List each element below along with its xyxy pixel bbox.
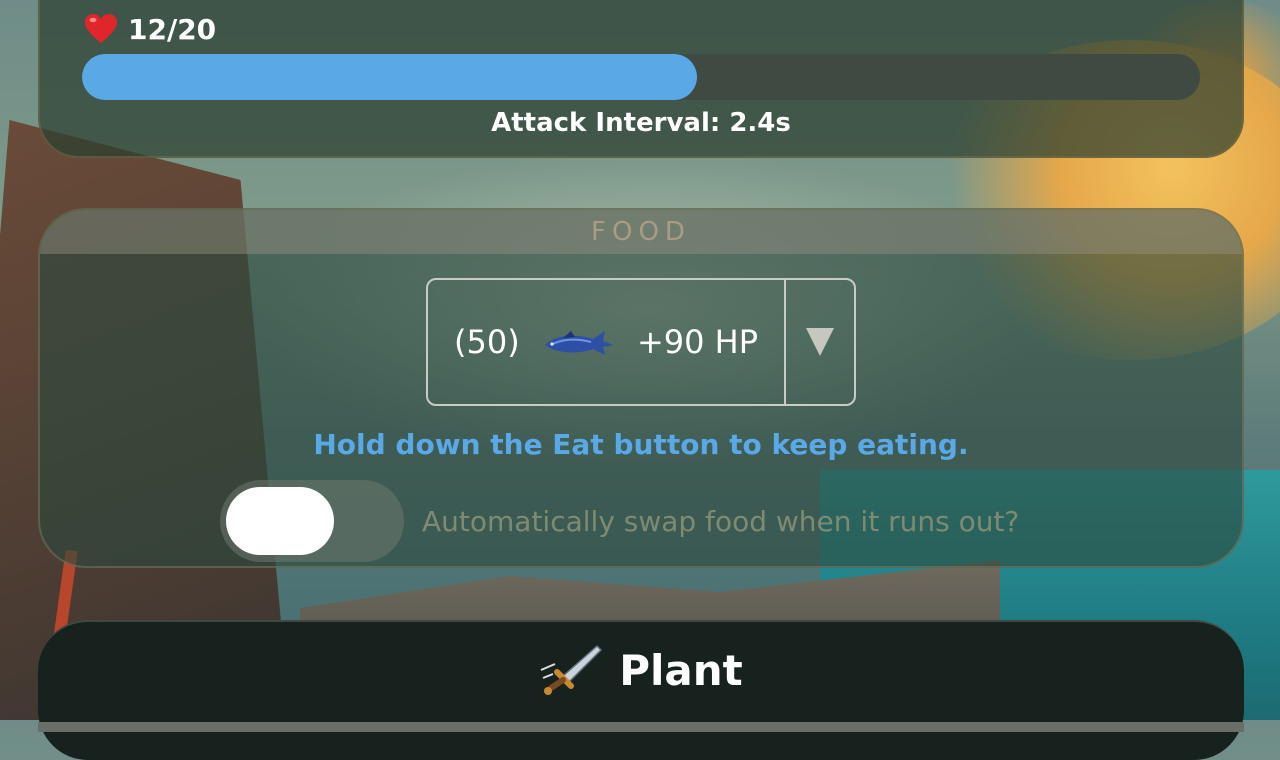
- food-panel: FOOD (50) +90 HP Hold down the Eat butto…: [38, 208, 1244, 568]
- player-status-panel: 12/20 Attack Interval: 2.4s: [38, 0, 1244, 158]
- plant-header: Plant: [38, 642, 1244, 698]
- auto-swap-toggle[interactable]: [220, 480, 404, 562]
- heart-icon: [84, 12, 118, 46]
- plant-title: Plant: [619, 645, 743, 695]
- dropdown-arrow-icon: [806, 328, 834, 356]
- eat-hint-text: Hold down the Eat button to keep eating.: [313, 428, 969, 461]
- food-count: (50): [454, 323, 520, 361]
- auto-swap-label: Automatically swap food when it runs out…: [422, 504, 1020, 538]
- food-heal-amount: +90 HP: [636, 323, 758, 361]
- food-section-title: FOOD: [40, 210, 1242, 254]
- fish-icon: [541, 325, 615, 359]
- plant-panel: Plant: [38, 620, 1244, 760]
- auto-swap-row: Automatically swap food when it runs out…: [220, 480, 1019, 562]
- hp-value: 12/20: [128, 12, 217, 46]
- food-select[interactable]: (50) +90 HP: [426, 278, 856, 406]
- food-selected-item[interactable]: (50) +90 HP: [428, 280, 784, 404]
- sword-icon: [539, 642, 605, 698]
- hp-bar: [82, 54, 1200, 100]
- attack-interval: Attack Interval: 2.4s: [491, 108, 791, 138]
- plant-divider: [38, 722, 1244, 732]
- food-dropdown-button[interactable]: [784, 280, 854, 404]
- hp-row: 12/20: [84, 12, 216, 46]
- toggle-knob: [226, 487, 334, 555]
- hp-bar-fill: [82, 54, 697, 100]
